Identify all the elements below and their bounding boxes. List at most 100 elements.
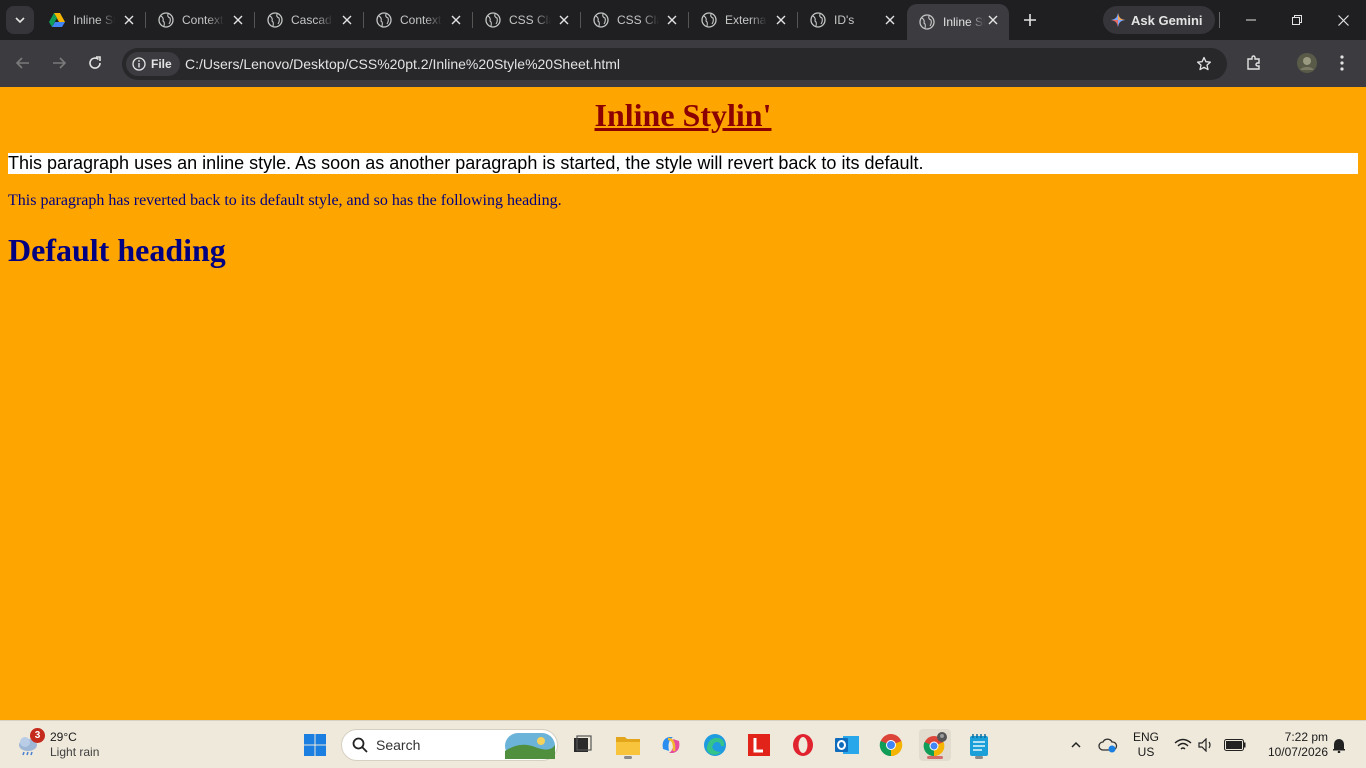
profile-avatar[interactable] xyxy=(1293,49,1321,77)
default-heading: Default heading xyxy=(8,232,226,268)
ask-gemini-label: Ask Gemini xyxy=(1131,12,1203,28)
bookmark-button[interactable] xyxy=(1191,51,1217,77)
tab-title: Inline Style Sheet xyxy=(943,15,985,29)
tab-title: Contextual Selectors xyxy=(400,13,442,27)
clock-time: 7:22 pm xyxy=(1284,730,1328,744)
tab-title: Cascading Style Sheets xyxy=(291,13,333,27)
cloud-sync-icon xyxy=(1098,738,1118,753)
minimize-button[interactable] xyxy=(1228,0,1274,40)
copilot-icon xyxy=(662,737,680,753)
browser-tab[interactable]: CSS Classes xyxy=(581,4,689,36)
info-icon xyxy=(132,57,146,71)
browser-window: Inline Style Sheet Contextual Selectors Ca… xyxy=(0,0,1366,720)
tab-search-button[interactable] xyxy=(6,6,34,34)
edge-button[interactable] xyxy=(699,729,731,761)
start-button[interactable] xyxy=(299,729,331,761)
task-view-icon xyxy=(574,735,592,752)
opera-button[interactable] xyxy=(787,729,819,761)
folder-icon xyxy=(616,737,640,755)
wifi-icon xyxy=(1174,738,1192,750)
onedrive-button[interactable] xyxy=(1094,729,1122,761)
arrow-left-icon xyxy=(15,57,29,69)
clock[interactable]: 7:22 pm 10/07/2026 xyxy=(1256,730,1328,760)
back-button[interactable] xyxy=(9,49,37,77)
tab-close-icon[interactable] xyxy=(448,12,464,28)
running-indicator xyxy=(975,756,983,759)
new-tab-button[interactable] xyxy=(1016,6,1044,34)
restore-icon xyxy=(1292,15,1302,25)
page-viewport: Inline Stylin' This paragraph uses an in… xyxy=(0,87,1366,720)
site-info-chip[interactable]: File xyxy=(126,52,180,76)
tab-close-icon[interactable] xyxy=(773,12,789,28)
tab-close-icon[interactable] xyxy=(556,12,572,28)
search-highlight-image-icon xyxy=(505,733,555,759)
gemini-sparkle-icon xyxy=(1111,13,1125,27)
tab-strip: Inline Style Sheet Contextual Selectors Ca… xyxy=(0,0,1366,40)
language-indicator[interactable]: ENG US xyxy=(1129,730,1163,760)
quick-settings-button[interactable] xyxy=(1170,729,1250,761)
notepad-button[interactable] xyxy=(963,729,995,761)
ask-gemini-button[interactable]: Ask Gemini xyxy=(1103,6,1215,34)
inline-styled-paragraph: This paragraph uses an inline style. As … xyxy=(8,153,1358,174)
url-text[interactable]: C:/Users/Lenovo/Desktop/CSS%20pt.2/Inlin… xyxy=(185,56,620,72)
running-indicator xyxy=(624,756,632,759)
browser-tab[interactable]: External Style Sheet xyxy=(689,4,798,36)
browser-tab[interactable]: ID's xyxy=(798,4,906,36)
tab-close-icon[interactable] xyxy=(664,12,680,28)
weather-rain-icon: 3 xyxy=(16,728,45,758)
battery-icon xyxy=(1224,739,1246,751)
chrome-profile-button[interactable] xyxy=(919,729,951,761)
copilot-button[interactable] xyxy=(655,729,687,761)
globe-icon xyxy=(267,12,283,28)
extensions-button[interactable] xyxy=(1240,49,1268,77)
chrome-profile-icon xyxy=(923,732,947,757)
taskbar-search[interactable]: Search xyxy=(341,729,558,761)
outlook-icon xyxy=(835,736,859,754)
tab-title: Inline Style Sheet xyxy=(73,13,115,27)
lenovo-vantage-button[interactable] xyxy=(743,729,775,761)
tab-title: CSS Classes xyxy=(509,13,551,27)
plus-icon xyxy=(1024,14,1036,26)
show-hidden-icons-button[interactable] xyxy=(1062,729,1090,761)
globe-icon xyxy=(376,12,392,28)
google-drive-icon xyxy=(49,12,65,28)
tab-close-icon[interactable] xyxy=(339,12,355,28)
clock-date: 10/07/2026 xyxy=(1267,745,1328,759)
minimize-icon xyxy=(1246,19,1256,21)
browser-tab[interactable]: CSS Classes xyxy=(473,4,581,36)
browser-tab[interactable]: Inline Style Sheet xyxy=(907,4,1009,40)
globe-icon xyxy=(485,12,501,28)
forward-button[interactable] xyxy=(45,49,73,77)
weather-temperature: 29°C xyxy=(50,730,77,744)
outlook-button[interactable] xyxy=(831,729,863,761)
reload-button[interactable] xyxy=(81,49,109,77)
close-window-button[interactable] xyxy=(1320,0,1366,40)
browser-tab[interactable]: Cascading Style Sheets xyxy=(255,4,364,36)
menu-button[interactable] xyxy=(1328,49,1356,77)
globe-icon xyxy=(810,12,826,28)
edge-icon xyxy=(704,734,726,756)
region-code: US xyxy=(1137,745,1155,759)
site-chip-label: File xyxy=(151,57,172,71)
chrome-button[interactable] xyxy=(875,729,907,761)
close-icon xyxy=(1337,14,1349,26)
tab-close-icon[interactable] xyxy=(230,12,246,28)
chevron-down-icon xyxy=(15,17,25,24)
notifications-button[interactable] xyxy=(1328,729,1350,761)
browser-tab[interactable]: Inline Style Sheet xyxy=(37,4,146,36)
tab-close-icon[interactable] xyxy=(882,12,898,28)
weather-widget[interactable]: 3 29°C Light rain xyxy=(16,727,99,763)
tab-close-icon[interactable] xyxy=(121,12,137,28)
avatar-icon xyxy=(1297,53,1317,73)
tab-close-icon[interactable] xyxy=(985,12,1001,28)
restore-button[interactable] xyxy=(1274,0,1320,40)
file-explorer-button[interactable] xyxy=(612,729,644,761)
chevron-up-icon xyxy=(1071,741,1081,748)
volume-icon xyxy=(1198,738,1211,752)
arrow-right-icon xyxy=(53,57,67,69)
toolbar-divider xyxy=(1219,12,1220,28)
taskbar: 3 29°C Light rain Search ENG US 7:22 pm … xyxy=(0,720,1366,768)
browser-tab[interactable]: Contextual Selectors xyxy=(146,4,255,36)
task-view-button[interactable] xyxy=(566,729,598,761)
browser-tab[interactable]: Contextual Selectors xyxy=(364,4,473,36)
